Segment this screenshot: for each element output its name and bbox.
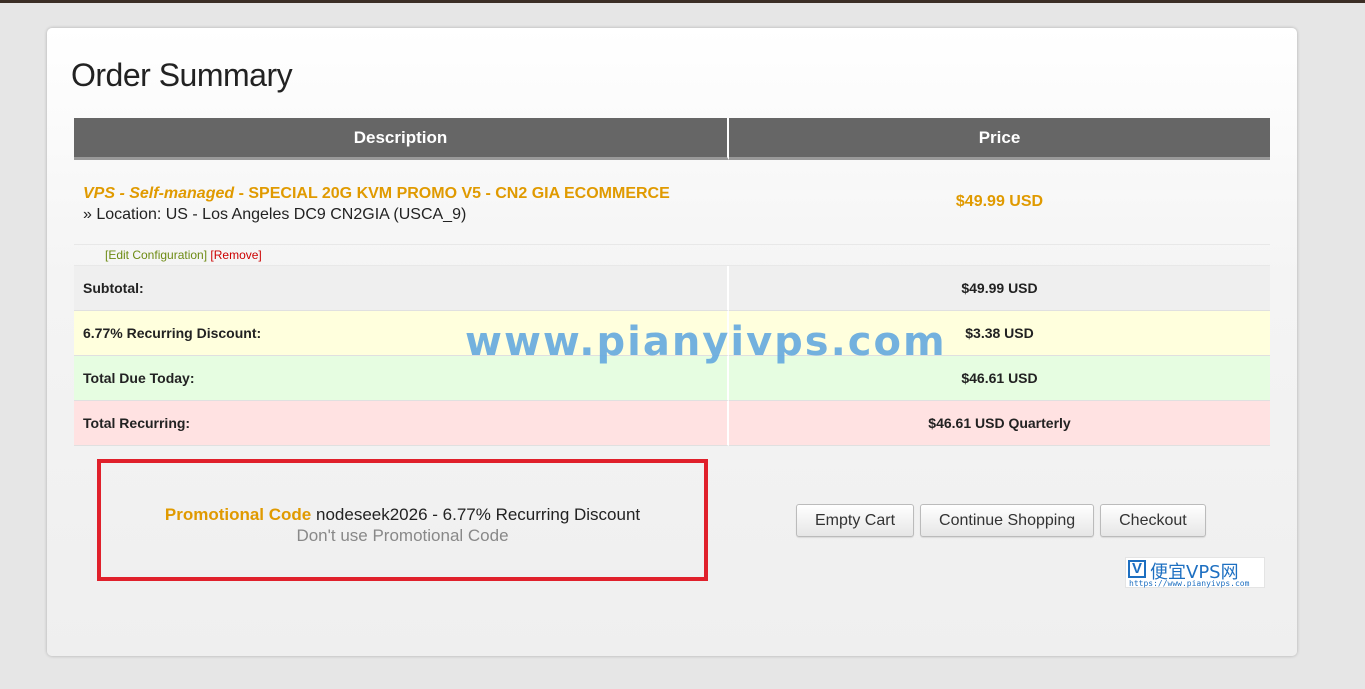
product-links: [Edit Configuration] [Remove] xyxy=(74,244,1270,266)
top-bar xyxy=(0,0,1365,3)
header-description: Description xyxy=(74,118,729,160)
cart-actions: Empty Cart Continue Shopping Checkout xyxy=(796,504,1206,537)
order-summary-panel: Order Summary Description Price VPS - Se… xyxy=(47,28,1297,656)
promo-code-box: Promotional Code nodeseek2026 - 6.77% Re… xyxy=(97,459,708,581)
product-name: VPS - Self-managed - SPECIAL 20G KVM PRO… xyxy=(83,185,670,202)
site-logo: V 便宜VPS网 https://www.pianyivps.com xyxy=(1125,557,1265,588)
page-title: Order Summary xyxy=(71,57,293,93)
product-separator: - xyxy=(234,185,249,202)
subtotal-value: $49.99 USD xyxy=(729,266,1270,311)
edit-configuration-link[interactable]: [Edit Configuration] xyxy=(105,248,207,262)
remove-promo-link[interactable]: Don't use Promotional Code xyxy=(101,525,704,546)
logo-url: https://www.pianyivps.com xyxy=(1129,579,1250,588)
logo-mark: V xyxy=(1128,560,1146,578)
total-recurring-row: Total Recurring: $46.61 USD Quarterly xyxy=(74,401,1270,446)
total-recurring-label: Total Recurring: xyxy=(74,401,729,446)
product-links-row: [Edit Configuration] [Remove] xyxy=(74,244,1270,266)
product-group: VPS - Self-managed xyxy=(83,185,235,202)
product-price: $49.99 USD xyxy=(955,193,1044,210)
product-description: VPS - Self-managed - SPECIAL 20G KVM PRO… xyxy=(74,160,729,244)
empty-cart-button[interactable]: Empty Cart xyxy=(796,504,915,537)
promo-code-value: nodeseek2026 - 6.77% Recurring Discount xyxy=(316,505,641,524)
subtotal-label: Subtotal: xyxy=(74,266,729,311)
total-recurring-value: $46.61 USD Quarterly xyxy=(729,401,1270,446)
cart-table: Description Price VPS - Self-managed - S… xyxy=(74,118,1270,446)
checkout-button[interactable]: Checkout xyxy=(1100,504,1206,537)
promo-code-label: Promotional Code xyxy=(164,505,312,524)
product-row: VPS - Self-managed - SPECIAL 20G KVM PRO… xyxy=(74,160,1270,244)
product-title: SPECIAL 20G KVM PROMO V5 - CN2 GIA ECOMM… xyxy=(248,185,670,202)
header-price: Price xyxy=(729,118,1270,160)
continue-shopping-button[interactable]: Continue Shopping xyxy=(920,504,1095,537)
subtotal-row: Subtotal: $49.99 USD xyxy=(74,266,1270,311)
watermark-text: www.pianyivps.com xyxy=(465,319,947,365)
product-location: » Location: US - Los Angeles DC9 CN2GIA … xyxy=(83,206,467,223)
remove-link[interactable]: [Remove] xyxy=(210,248,261,262)
